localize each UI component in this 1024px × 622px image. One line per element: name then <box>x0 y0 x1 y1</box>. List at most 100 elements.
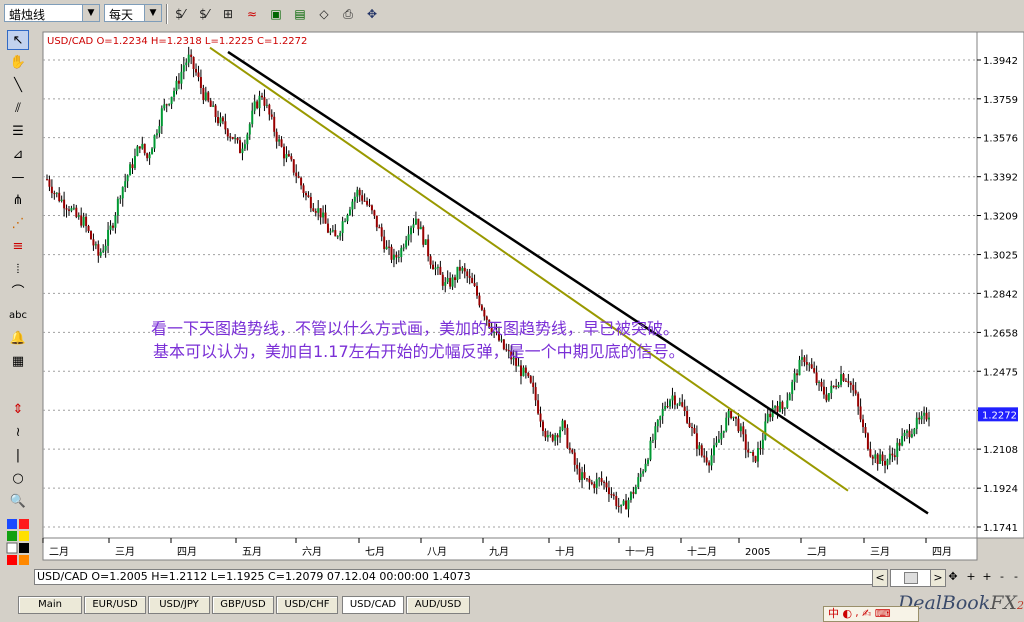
bull-candle <box>392 254 395 260</box>
bear-candle <box>852 384 855 391</box>
bull-candle <box>644 463 647 472</box>
print-icon[interactable]: ⎙ <box>338 4 358 24</box>
hand-icon[interactable]: ✋ <box>7 53 29 73</box>
zoom-icon[interactable]: 🔍 <box>7 492 29 512</box>
bear-candle <box>231 137 234 139</box>
bull-candle <box>248 124 251 135</box>
chart-type-select[interactable]: 蜡烛线 ▼ <box>4 4 100 22</box>
bear-candle <box>519 365 522 377</box>
parallel-lines-icon[interactable]: ⫽ <box>7 99 29 119</box>
month-label: 八月 <box>427 546 447 558</box>
bear-candle <box>268 104 271 115</box>
bear-candle <box>700 445 703 456</box>
bear-candle <box>691 427 694 429</box>
chart-screen-icon[interactable]: ▣ <box>266 4 286 24</box>
chevron-down-icon[interactable]: ▼ <box>82 5 99 21</box>
tab-audusd[interactable]: AUD/USD <box>406 596 470 614</box>
page-icon[interactable]: ◇ <box>314 4 334 24</box>
bear-candle <box>898 442 901 446</box>
vertical-line-icon[interactable]: | <box>7 446 29 466</box>
chart-wave-icon[interactable]: ≈ <box>242 4 262 24</box>
bear-candle <box>683 406 686 412</box>
cursor-arrow-icon[interactable]: ↖ <box>7 30 29 50</box>
ime-toolbar[interactable]: 中 ◐ ⸴ ✍ ⌨ <box>823 606 919 622</box>
period-select[interactable]: 每天 ▼ <box>104 4 162 22</box>
cursor-grid-icon[interactable]: ⊞ <box>218 4 238 24</box>
bear-candle <box>820 381 823 387</box>
fibonacci-icon[interactable]: ⋰ <box>7 214 29 234</box>
bull-candle <box>72 207 75 209</box>
tab-eurusd[interactable]: EUR/USD <box>84 596 146 614</box>
scroll-left-button[interactable]: < <box>872 569 888 587</box>
tab-usdcad[interactable]: USD/CAD <box>342 596 404 614</box>
zoom-out-v-button[interactable]: - <box>1010 569 1022 585</box>
bear-candle <box>590 482 593 484</box>
bear-candle <box>747 449 750 453</box>
bull-candle <box>783 407 786 409</box>
scroll-right-button[interactable]: > <box>930 569 946 587</box>
bull-candle <box>119 198 122 200</box>
bull-candle <box>141 143 144 149</box>
candlestick-chart[interactable]: 1.3942 1.3759 1.3576 1.3392 1.3209 1.3025 1.28… <box>35 28 1024 566</box>
bull-candle <box>727 410 730 418</box>
zoom-out-h-button[interactable]: - <box>996 569 1008 585</box>
bull-candle <box>258 95 261 109</box>
bull-candle <box>715 442 718 446</box>
horizontal-line-icon[interactable]: — <box>7 168 29 188</box>
text-icon[interactable]: abc <box>7 306 29 326</box>
bull-candle <box>676 404 679 406</box>
tab-usdchf[interactable]: USD/CHF <box>276 596 338 614</box>
bear-candle <box>744 434 747 450</box>
bear-candle <box>568 447 571 450</box>
tab-main[interactable]: Main <box>18 596 82 614</box>
bear-candle <box>681 402 684 407</box>
dollar-percent-icon[interactable]: $⁄ <box>194 4 214 24</box>
bear-candle <box>85 216 88 227</box>
bull-candle <box>175 80 178 91</box>
bear-candle <box>551 434 554 441</box>
bull-candle <box>656 420 659 427</box>
tab-usdjpy[interactable]: USD/JPY <box>148 596 210 614</box>
bear-candle <box>388 246 391 248</box>
bear-candle <box>75 207 78 217</box>
bear-candle <box>312 208 315 212</box>
bull-candle <box>153 135 156 149</box>
zoom-move-icon[interactable]: ✥ <box>946 569 960 585</box>
fib-retracement-icon[interactable]: ≡ <box>7 237 29 257</box>
bull-candle <box>55 192 58 194</box>
bear-candle <box>849 382 852 385</box>
bull-candle <box>549 434 552 436</box>
bull-candle <box>698 445 701 449</box>
zoom-in-h-button[interactable]: + <box>964 569 978 585</box>
bear-candle <box>566 427 569 448</box>
circle-icon[interactable]: ○ <box>7 469 29 489</box>
pitchfork-icon[interactable]: ⋔ <box>7 191 29 211</box>
chart-export-icon[interactable]: ▤ <box>290 4 310 24</box>
fan-icon[interactable]: ⊿ <box>7 145 29 165</box>
horizontal-scrollbar[interactable] <box>890 569 932 587</box>
bull-candle <box>840 374 843 385</box>
price-label: 1.3209 <box>983 212 1018 223</box>
vertical-lines-icon[interactable]: ⦙ <box>7 260 29 280</box>
bull-candle <box>160 108 163 127</box>
bear-candle <box>754 455 757 462</box>
line-icon[interactable]: ╲ <box>7 76 29 96</box>
calculator-icon[interactable]: ▦ <box>7 352 29 372</box>
price-axis <box>976 31 1024 539</box>
bell-icon[interactable]: 🔔 <box>7 329 29 349</box>
zoom-in-v-button[interactable]: + <box>980 569 994 585</box>
horizontal-lines-icon[interactable]: ☰ <box>7 122 29 142</box>
wave-icon[interactable]: ≀ <box>7 423 29 443</box>
tools-icon[interactable]: ✥ <box>362 4 382 24</box>
bull-candle <box>99 252 102 256</box>
up-down-arrow-icon[interactable]: ⇕ <box>7 400 29 420</box>
bear-candle <box>92 239 95 246</box>
tab-gbpusd[interactable]: GBP/USD <box>212 596 274 614</box>
color-palette[interactable] <box>6 518 30 566</box>
chevron-down-icon[interactable]: ▼ <box>144 5 161 21</box>
bear-candle <box>217 117 220 124</box>
dollar-percent-icon[interactable]: $⁄ <box>170 4 190 24</box>
bear-candle <box>290 156 293 160</box>
arcs-icon[interactable]: ⌒ <box>7 283 29 303</box>
month-label: 十月 <box>555 545 575 558</box>
